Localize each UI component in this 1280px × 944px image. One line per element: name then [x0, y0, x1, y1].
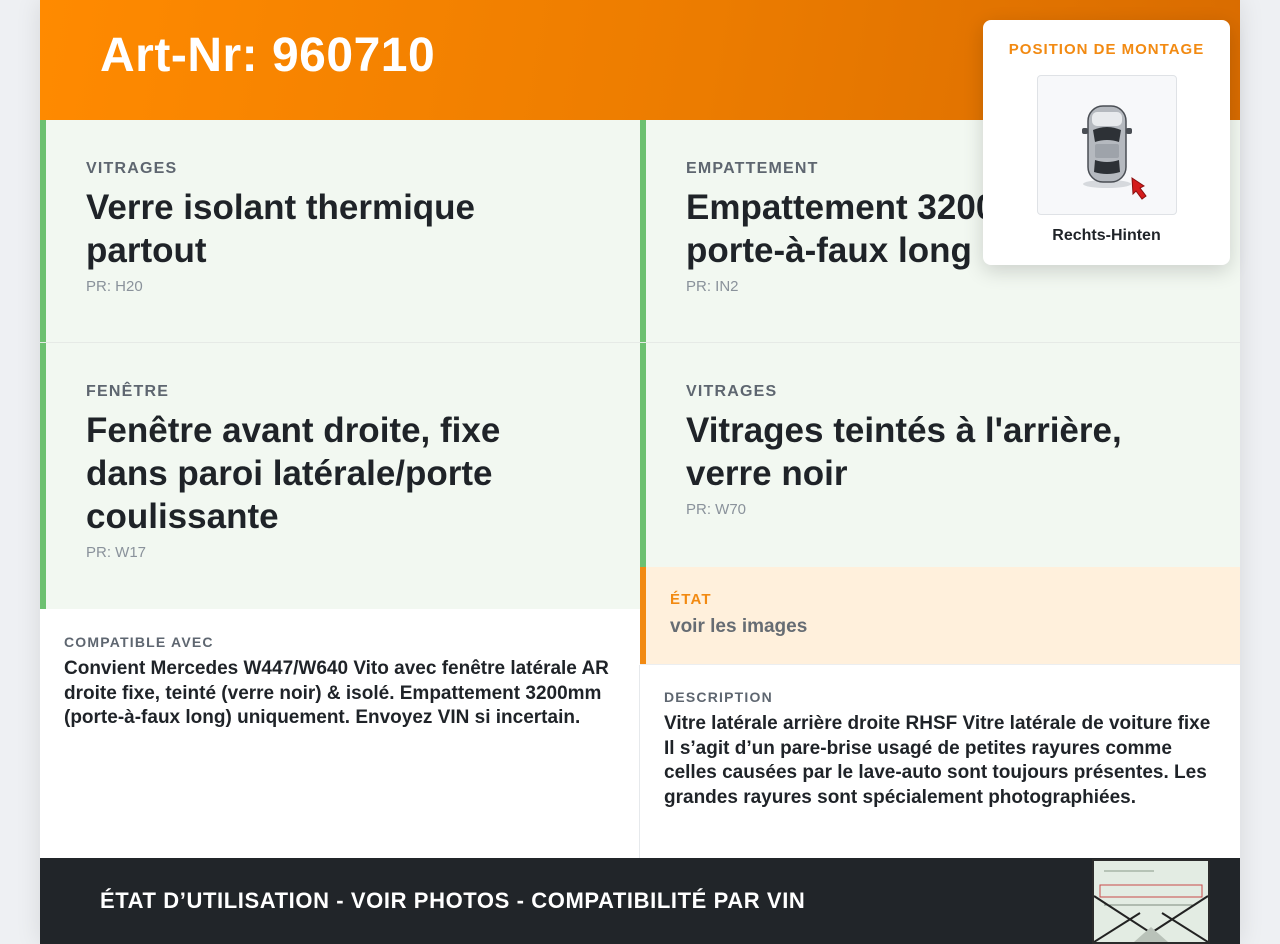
spec-value: Verre isolant thermique partout: [86, 188, 476, 270]
compatible-section: COMPATIBLE AVEC Convient Mercedes W447/W…: [40, 634, 640, 731]
spec-code: PR: IN2: [686, 278, 739, 295]
state-box: ÉTAT voir les images: [640, 567, 1240, 664]
mount-label: POSITION DE MONTAGE: [1008, 41, 1205, 58]
state-label: ÉTAT: [670, 591, 712, 608]
mount-position-text: Rechts-Hinten: [1052, 227, 1161, 244]
compatible-text: Convient Mercedes W447/W640 Vito avec fe…: [64, 658, 609, 728]
description-section: DESCRIPTION Vitre latérale arrière droit…: [640, 689, 1240, 810]
compatible-label: COMPATIBLE AVEC: [64, 634, 214, 650]
page-title: Art-Nr: 960710: [100, 29, 436, 82]
car-diagram: [1082, 105, 1147, 200]
divider: [640, 664, 1240, 665]
spec-value: Vitrages teintés à l'arrière, verre noir: [686, 411, 1122, 493]
spec-label: VITRAGES: [686, 383, 778, 400]
state-value: voir les images: [670, 616, 808, 637]
description-text: Vitre latérale arrière droite RHSF Vitre…: [664, 713, 1211, 808]
mount-position-card: POSITION DE MONTAGE Rechts-Hinten: [983, 20, 1230, 265]
spec-value: Fenêtre avant droite, fixe dans paroi la…: [86, 411, 501, 536]
envelope-stamp-icon: [1092, 859, 1210, 944]
description-label: DESCRIPTION: [664, 689, 773, 705]
spec-code: PR: H20: [86, 278, 143, 295]
car-top-view-icon: [1037, 75, 1177, 215]
spec-tile-glazing: VITRAGES Verre isolant thermique partout…: [40, 120, 640, 342]
footer-bar: ÉTAT D’UTILISATION - VOIR PHOTOS - COMPA…: [40, 858, 1240, 944]
spec-code: PR: W70: [686, 501, 747, 518]
spec-code: PR: W17: [86, 544, 147, 561]
spec-label: VITRAGES: [86, 160, 178, 177]
spec-tile-window: FENÊTRE Fenêtre avant droite, fixe dans …: [40, 343, 640, 609]
envelope-stamp-graphic: [1094, 861, 1208, 942]
footer-text: ÉTAT D’UTILISATION - VOIR PHOTOS - COMPA…: [100, 888, 806, 913]
spec-label: FENÊTRE: [86, 383, 170, 400]
spec-tile-tint: VITRAGES Vitrages teintés à l'arrière, v…: [640, 343, 1240, 567]
